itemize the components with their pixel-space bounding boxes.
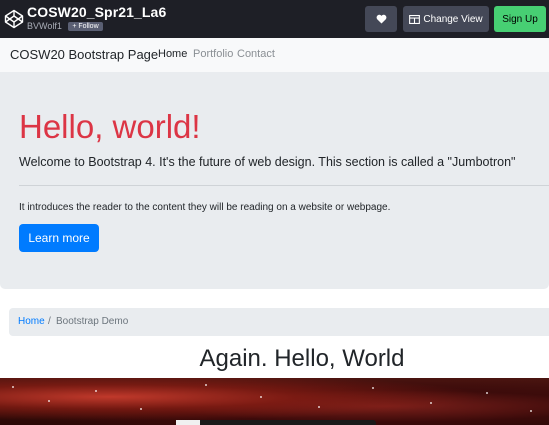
navbar-brand[interactable]: COSW20 Bootstrap Page xyxy=(10,47,158,62)
layout-icon xyxy=(409,14,421,24)
breadcrumb-separator: / xyxy=(48,316,51,327)
section-heading: Again. Hello, World xyxy=(199,345,405,372)
jumbotron-lead: Welcome to Bootstrap 4. It's the future … xyxy=(19,155,516,169)
pen-title[interactable]: COSW20_Spr21_La6 xyxy=(27,4,166,20)
heart-icon xyxy=(376,14,386,24)
navbar: COSW20 Bootstrap Page Home Portfolio Con… xyxy=(0,38,549,72)
learn-more-button[interactable]: Learn more xyxy=(19,224,99,252)
space-banner-image xyxy=(0,378,549,425)
jumbotron-divider xyxy=(19,185,549,186)
change-view-label: Change View xyxy=(423,13,483,25)
codepen-header: COSW20_Spr21_La6 BVWolf1 + Follow Change… xyxy=(0,0,549,38)
follow-button[interactable]: + Follow xyxy=(68,22,103,31)
breadcrumb: Home / Bootstrap Demo xyxy=(9,308,549,336)
jumbotron-text: It introduces the reader to the content … xyxy=(19,202,391,213)
love-button[interactable] xyxy=(365,6,397,32)
change-view-button[interactable]: Change View xyxy=(403,6,489,32)
breadcrumb-current: Bootstrap Demo xyxy=(56,316,129,327)
breadcrumb-home-link[interactable]: Home xyxy=(18,316,45,327)
codepen-logo-icon[interactable] xyxy=(4,9,24,29)
jumbotron-title: Hello, world! xyxy=(19,108,201,145)
nav-link-home[interactable]: Home xyxy=(158,48,187,60)
nav-link-contact[interactable]: Contact xyxy=(237,48,275,60)
nav-link-portfolio[interactable]: Portfolio xyxy=(193,48,233,60)
pen-author: BVWolf1 + Follow xyxy=(27,21,103,31)
signup-button[interactable]: Sign Up xyxy=(494,6,546,32)
jumbotron: Hello, world! Welcome to Bootstrap 4. It… xyxy=(0,72,549,289)
author-username[interactable]: BVWolf1 xyxy=(27,21,62,31)
